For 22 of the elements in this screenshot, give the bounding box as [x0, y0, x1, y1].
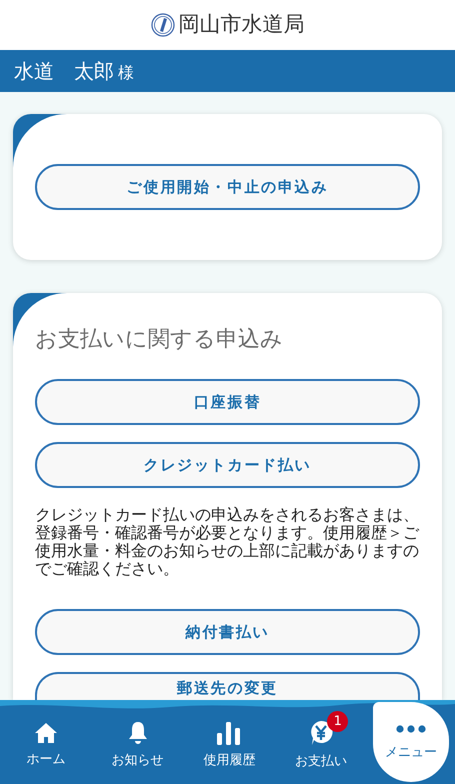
home-icon: [34, 722, 58, 744]
nav-tab[interactable]: ホーム: [0, 700, 92, 784]
pill-button[interactable]: 郵送先の変更: [35, 672, 420, 700]
pill-button[interactable]: 口座振替: [35, 379, 420, 425]
pill-button[interactable]: ご使用開始・中止の申込み: [35, 164, 420, 210]
more-icon: [396, 725, 426, 734]
note-text: クレジットカード払いの申込みをされるお客さまは、登録番号・確認番号が必要となります。使用履歴＞ご使用水量・料金のお知らせの上部に記載がありますのでご確認ください。: [35, 506, 420, 578]
nav-tab[interactable]: お知らせ: [92, 700, 184, 784]
notification-badge: 1: [327, 711, 348, 732]
pill-button[interactable]: 納付書払い: [35, 609, 420, 655]
card-title: お支払いに関する申込み: [35, 326, 284, 354]
site-title: 岡山市水道局: [178, 11, 304, 38]
honorific: 様: [118, 62, 134, 84]
user-name: 水道 太郎: [14, 58, 114, 85]
nav-tab[interactable]: 使用履歴: [184, 700, 276, 784]
nav-tab[interactable]: お支払い 1: [275, 700, 367, 784]
bell-icon: [128, 721, 148, 746]
yen-icon: [309, 720, 334, 746]
logo-icon: [150, 13, 174, 37]
pill-button[interactable]: クレジットカード払い: [35, 442, 420, 488]
menu-button[interactable]: メニュー: [373, 702, 449, 782]
bar-chart-icon: [216, 721, 242, 746]
